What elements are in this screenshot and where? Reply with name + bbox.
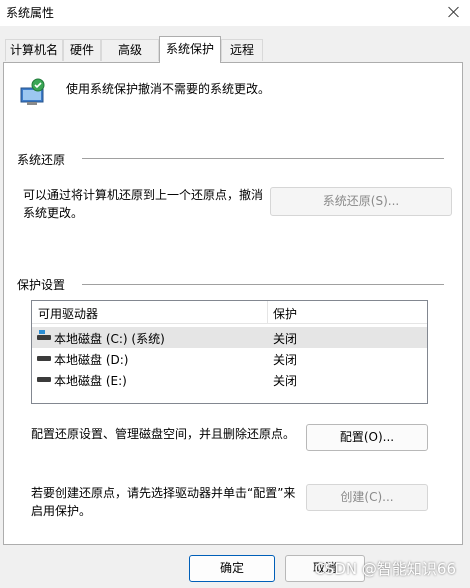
drive-row[interactable]: 本地磁盘 (D:) 关闭 xyxy=(32,348,427,369)
window-title: 系统属性 xyxy=(6,6,55,20)
configure-button[interactable]: 配置(O)... xyxy=(306,424,428,451)
drive-list-header: 可用驱动器 保护 xyxy=(32,301,427,324)
protection-settings-section-label: 保护设置 xyxy=(17,278,66,292)
drive-list[interactable]: 可用驱动器 保护 本地磁盘 (C:) (系统) 关闭 本地磁盘 (D:) 关闭 … xyxy=(31,300,428,404)
drive-protection-status: 关闭 xyxy=(273,353,298,367)
tab-system-protection[interactable]: 系统保护 xyxy=(159,36,221,63)
drive-row[interactable]: 本地磁盘 (E:) 关闭 xyxy=(32,369,427,390)
drive-name: 本地磁盘 (E:) xyxy=(54,374,127,388)
system-restore-button[interactable]: 系统还原(S)... xyxy=(270,187,452,216)
column-header-protection[interactable]: 保护 xyxy=(273,305,297,322)
watermark: CSDN @智能知识66 xyxy=(314,560,456,578)
column-header-drives[interactable]: 可用驱动器 xyxy=(38,305,98,322)
drive-icon xyxy=(37,356,51,361)
tab-hardware[interactable]: 硬件 xyxy=(63,39,101,61)
title-bar: 系统属性 xyxy=(0,0,470,26)
drive-name: 本地磁盘 (C:) (系统) xyxy=(54,332,165,346)
system-restore-divider xyxy=(82,158,444,159)
system-restore-section-label: 系统还原 xyxy=(17,153,66,167)
intro-text: 使用系统保护撤消不需要的系统更改。 xyxy=(66,82,271,96)
system-protection-shield-icon xyxy=(20,78,45,105)
drive-row[interactable]: 本地磁盘 (C:) (系统) 关闭 xyxy=(32,327,427,348)
tab-advanced[interactable]: 高级 xyxy=(101,39,159,61)
drive-name: 本地磁盘 (D:) xyxy=(54,353,129,367)
system-drive-icon xyxy=(37,330,51,340)
create-description-line-1: 若要创建还原点，请先选择驱动器并单击“配置”来 xyxy=(31,486,296,500)
drive-protection-status: 关闭 xyxy=(273,374,298,388)
drive-icon xyxy=(37,377,51,382)
restore-description-line-2: 系统更改。 xyxy=(23,206,84,220)
close-icon[interactable] xyxy=(444,2,464,22)
tab-remote[interactable]: 远程 xyxy=(221,39,263,61)
configure-description: 配置还原设置、管理磁盘空间，并且删除还原点。 xyxy=(31,427,296,441)
drive-protection-status: 关闭 xyxy=(273,332,298,346)
ok-button[interactable]: 确定 xyxy=(189,555,275,582)
create-description-line-2: 启用保护。 xyxy=(31,504,92,518)
protection-settings-divider xyxy=(82,284,444,285)
create-button[interactable]: 创建(C)... xyxy=(306,484,428,511)
column-divider xyxy=(267,301,268,323)
tab-computer-name[interactable]: 计算机名 xyxy=(5,39,63,61)
restore-description-line-1: 可以通过将计算机还原到上一个还原点，撤消 xyxy=(23,188,264,202)
